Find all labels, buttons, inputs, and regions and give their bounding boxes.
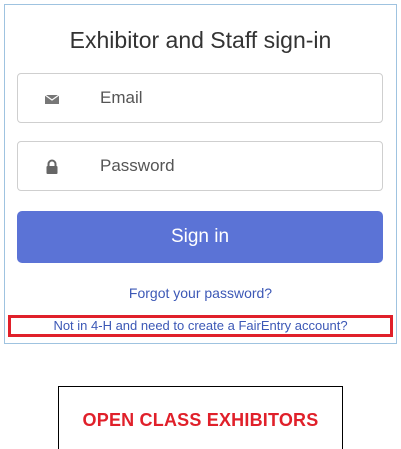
create-account-link[interactable]: Not in 4-H and need to create a FairEntr…: [8, 315, 393, 337]
lock-icon: [44, 159, 60, 175]
password-field[interactable]: Password: [17, 141, 383, 191]
open-class-label: OPEN CLASS EXHIBITORS: [82, 410, 319, 430]
forgot-password-link[interactable]: Forgot your password?: [5, 285, 396, 301]
email-field[interactable]: Email: [17, 73, 383, 123]
open-class-exhibitors-box: OPEN CLASS EXHIBITORS: [58, 386, 343, 449]
envelope-icon: [44, 91, 60, 107]
signin-panel: Exhibitor and Staff sign-in Email Passwo…: [4, 4, 397, 344]
email-placeholder: Email: [100, 88, 143, 107]
panel-title: Exhibitor and Staff sign-in: [69, 27, 332, 53]
password-placeholder: Password: [100, 156, 175, 175]
signin-button[interactable]: Sign in: [17, 211, 383, 263]
